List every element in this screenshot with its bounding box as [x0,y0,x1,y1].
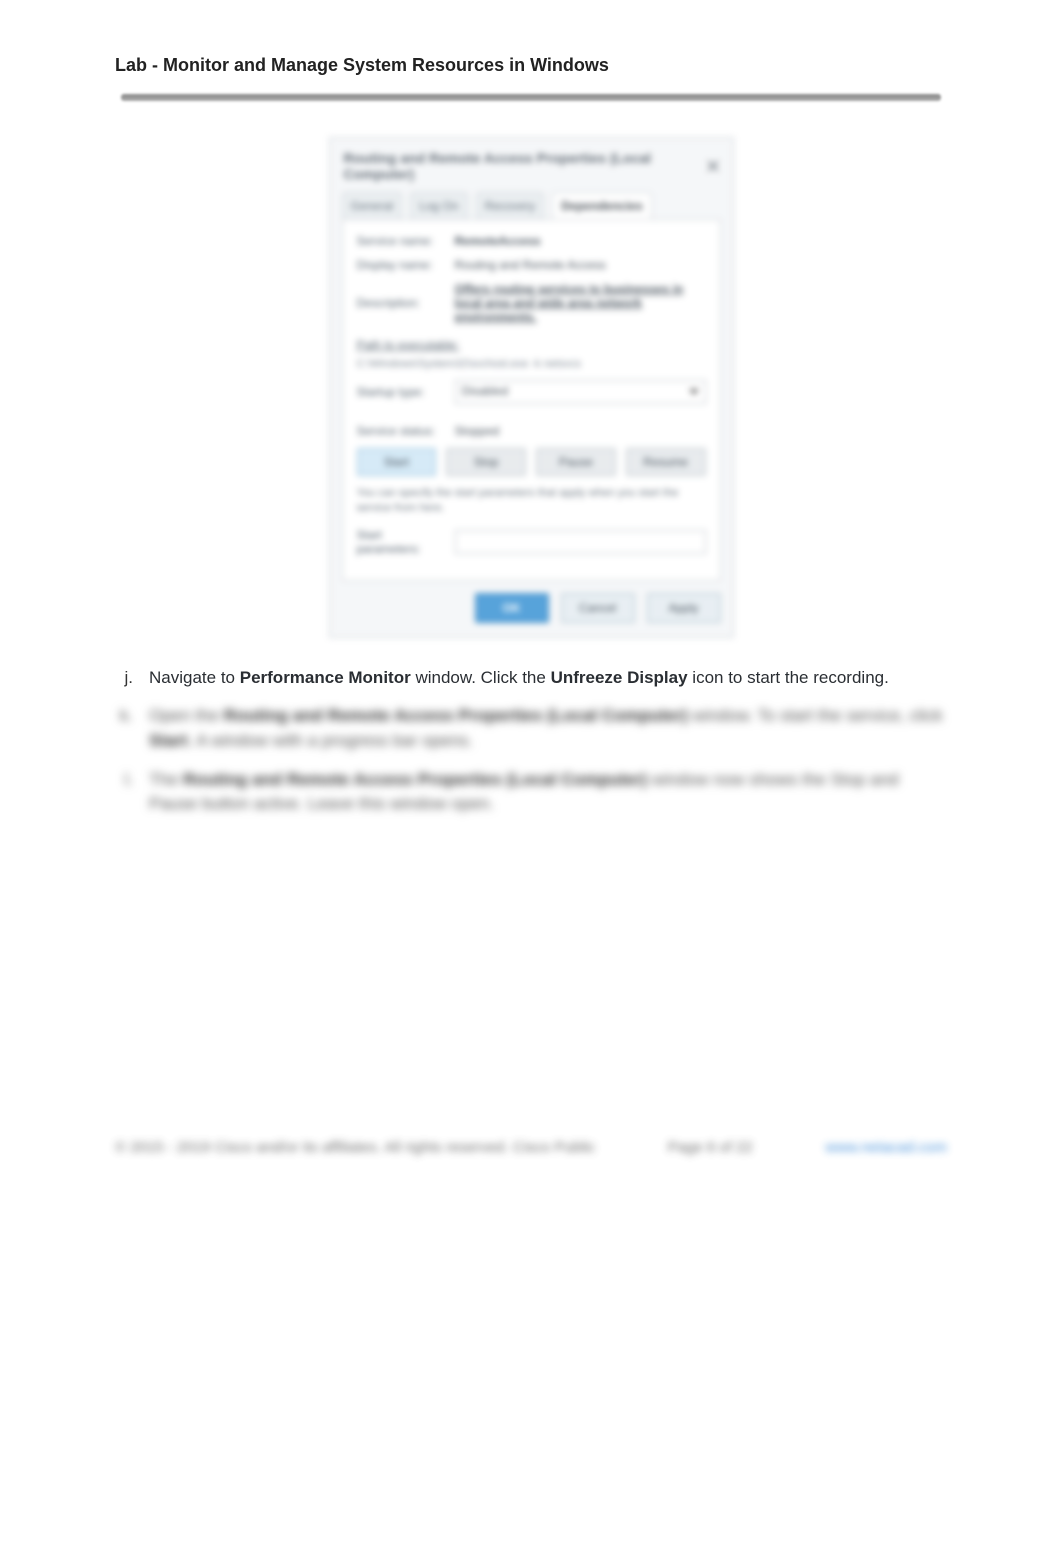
resume-button[interactable]: Resume [626,448,706,476]
bold: Start [149,731,188,750]
tab-logon[interactable]: Log On [410,192,467,219]
step-j: j. Navigate to Performance Monitor windo… [115,666,947,691]
tab-general[interactable]: General [342,192,403,219]
start-button[interactable]: Start [357,448,437,476]
dialog-tabs: General Log On Recovery Dependencies [330,192,733,219]
bold: Unfreeze Display [551,668,688,687]
instruction-list: j. Navigate to Performance Monitor windo… [115,666,947,817]
startup-label: Startup type: [357,385,443,399]
pause-button[interactable]: Pause [536,448,616,476]
bold: Routing and Remote Access Properties (Lo… [224,706,688,725]
text: window. To start the service, click [688,706,943,725]
step-body: Navigate to Performance Monitor window. … [149,666,947,691]
step-body: Open the Routing and Remote Access Prope… [149,704,947,753]
stop-button[interactable]: Stop [446,448,526,476]
tab-recovery[interactable]: Recovery [476,192,545,219]
startup-value: Disabled [462,384,509,398]
ok-button[interactable]: OK [475,593,549,623]
display-name-label: Display name: [357,258,443,272]
text: Open the [149,706,224,725]
footer-link[interactable]: www.netacad.com [825,1139,947,1156]
dialog-body: Service name: RemoteAccess Display name:… [342,219,721,581]
display-name-value: Routing and Remote Access [455,258,706,272]
footer: © 2015 - 2019 Cisco and/or its affiliate… [0,1139,1062,1156]
service-name-label: Service name: [357,234,443,248]
path-value: C:\Windows\System32\svchost.exe -k netsv… [357,358,706,370]
text: Navigate to [149,668,240,687]
page: Lab - Monitor and Manage System Resource… [0,0,1062,1556]
path-label: Path to executable: [357,338,706,352]
step-l: l. The Routing and Remote Access Propert… [115,768,947,817]
close-icon[interactable] [707,160,718,172]
step-k: k. Open the Routing and Remote Access Pr… [115,704,947,753]
params-label: Start parameters: [357,528,443,556]
step-body: The Routing and Remote Access Properties… [149,768,947,817]
step-marker: j. [115,666,133,691]
footer-copyright: © 2015 - 2019 Cisco and/or its affiliate… [115,1139,595,1156]
status-label: Service status: [357,424,443,438]
step-marker: k. [115,704,133,729]
service-name-value: RemoteAccess [455,234,706,248]
dialog-note: You can specify the start parameters tha… [357,486,706,516]
footer-page: Page 6 of 22 [668,1139,753,1156]
description-label: Description: [357,296,443,310]
bold: Performance Monitor [240,668,411,687]
startup-select[interactable]: Disabled [455,380,706,404]
text: . A window with a progress bar opens. [188,731,473,750]
params-input[interactable] [455,530,706,554]
cancel-button[interactable]: Cancel [561,593,635,623]
description-value: Offers routing services to businesses in… [455,282,706,324]
tab-dependencies[interactable]: Dependencies [552,192,651,219]
chevron-down-icon [689,389,699,395]
text: window. Click the [411,668,551,687]
page-title: Lab - Monitor and Manage System Resource… [115,55,947,76]
bold: Routing and Remote Access Properties (Lo… [183,770,647,789]
step-marker: l. [115,768,133,793]
status-value: Stopped [455,424,706,438]
text: The [149,770,183,789]
apply-button[interactable]: Apply [647,593,721,623]
text: icon to start the recording. [688,668,889,687]
dialog-title: Routing and Remote Access Properties (Lo… [344,150,708,182]
divider [121,94,941,101]
properties-dialog: Routing and Remote Access Properties (Lo… [329,137,734,638]
